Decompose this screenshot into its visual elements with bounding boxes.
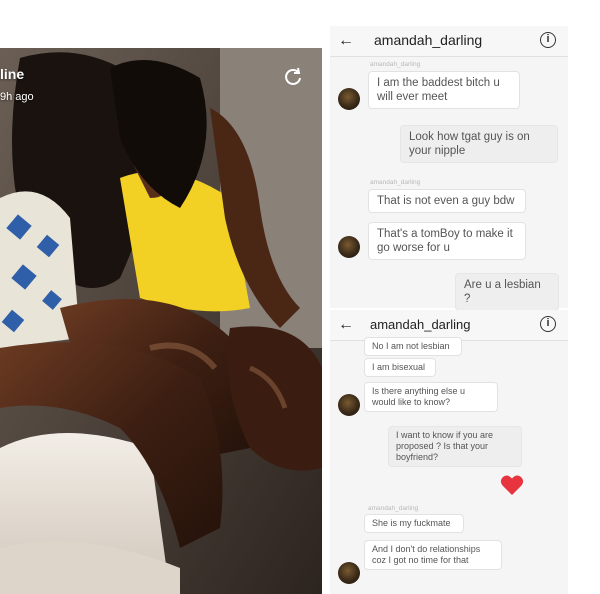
video-still bbox=[0, 48, 322, 594]
story-username: line bbox=[0, 66, 25, 82]
back-arrow-icon[interactable]: ← bbox=[338, 32, 354, 50]
avatar[interactable] bbox=[338, 562, 360, 584]
message-bubble: Is there anything else u would like to k… bbox=[364, 382, 498, 412]
chat-header: ← amandah_darling i bbox=[330, 26, 568, 57]
message-bubble: I am the baddest bitch u will ever meet bbox=[368, 71, 520, 109]
avatar[interactable] bbox=[338, 236, 360, 258]
message-bubble-mine: Look how tgat guy is on your nipple bbox=[400, 125, 558, 163]
message-bubble-mine: I want to know if you are proposed ? Is … bbox=[388, 426, 522, 467]
info-icon[interactable]: i bbox=[540, 32, 556, 48]
avatar[interactable] bbox=[338, 88, 360, 110]
message-bubble: And I don't do relationships coz I got n… bbox=[364, 540, 502, 570]
message-bubble: I am bisexual bbox=[364, 358, 436, 377]
info-icon[interactable]: i bbox=[540, 316, 556, 332]
refresh-icon[interactable] bbox=[283, 67, 303, 87]
chat-panel-top: ← amandah_darling i amandah_darling I am… bbox=[330, 26, 568, 311]
message-bubble: That's a tomBoy to make it go worse for … bbox=[368, 222, 526, 260]
message-bubble: No I am not lesbian bbox=[364, 337, 462, 356]
video-frame[interactable] bbox=[0, 48, 322, 594]
message-bubble: She is my fuckmate bbox=[364, 514, 464, 533]
chat-username[interactable]: amandah_darling bbox=[374, 32, 482, 48]
story-timestamp: 9h ago bbox=[0, 91, 34, 103]
message-sender: amandah_darling bbox=[368, 505, 419, 512]
message-bubble: That is not even a guy bdw bbox=[368, 189, 526, 213]
heart-icon[interactable] bbox=[500, 474, 524, 496]
message-sender: amandah_darling bbox=[370, 179, 421, 186]
chat-panel-bottom: ← amandah_darling i No I am not lesbian … bbox=[330, 310, 568, 594]
avatar[interactable] bbox=[338, 394, 360, 416]
message-bubble-mine: Are u a lesbian ? bbox=[455, 273, 559, 311]
message-sender: amandah_darling bbox=[370, 61, 421, 68]
back-arrow-icon[interactable]: ← bbox=[338, 316, 354, 334]
chat-username[interactable]: amandah_darling bbox=[370, 317, 470, 332]
